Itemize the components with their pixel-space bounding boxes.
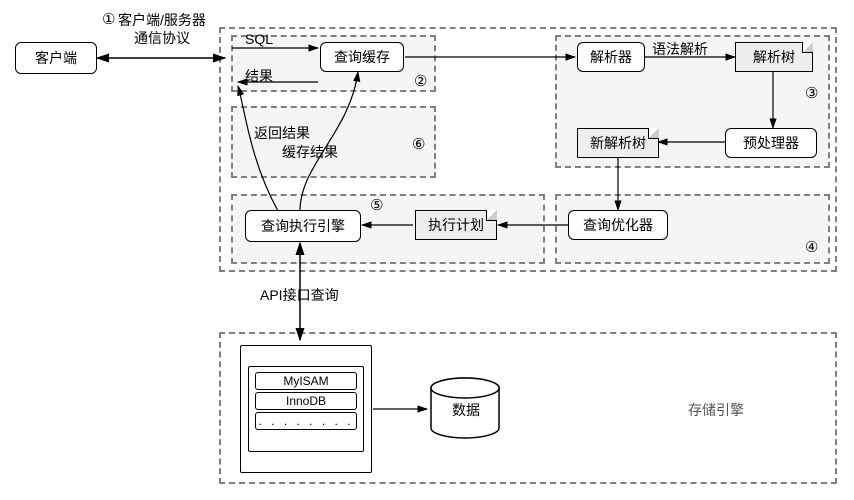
exec-plan-label: 执行计划	[428, 215, 484, 235]
client-node: 客户端	[15, 42, 97, 74]
cache-result-label: 缓存结果	[282, 142, 338, 162]
result-label: 结果	[245, 66, 273, 86]
engines-inner: MyISAM InnoDB . . . . . . . .	[248, 366, 364, 452]
engine-innodb: InnoDB	[255, 392, 357, 410]
preprocessor-label: 预处理器	[743, 133, 799, 153]
engine-dots: . . . . . . . .	[255, 412, 357, 430]
data-db-label: 数据	[452, 400, 480, 420]
client-label: 客户端	[35, 48, 77, 68]
mark-3: ③	[805, 84, 818, 102]
query-cache-node: 查询缓存	[320, 42, 404, 72]
mark-1: ①	[102, 10, 115, 28]
preprocessor-node: 预处理器	[725, 128, 817, 158]
optimizer-label: 查询优化器	[583, 215, 653, 235]
diagram-root: 客户端 客户端/服务器 通信协议 ① SQL 结果 查询缓存 ② 解析器 语法解…	[0, 0, 854, 500]
syntax-parse-label: 语法解析	[652, 39, 708, 59]
mark-6: ⑥	[412, 135, 425, 153]
exec-engine-label: 查询执行引擎	[261, 216, 345, 236]
sql-label: SQL	[245, 31, 273, 47]
exec-plan-node: 执行计划	[415, 210, 497, 240]
parser-label: 解析器	[590, 47, 632, 67]
protocol-label-2: 通信协议	[134, 28, 190, 48]
parse-tree-label: 解析树	[753, 47, 795, 67]
new-parse-tree-label: 新解析树	[590, 133, 646, 153]
parse-tree-node: 解析树	[735, 42, 813, 72]
protocol-label-1: 客户端/服务器	[118, 10, 206, 30]
return-result-label: 返回结果	[254, 123, 310, 143]
storage-engine-label: 存储引擎	[688, 400, 744, 420]
new-parse-tree-node: 新解析树	[577, 128, 659, 158]
query-cache-label: 查询缓存	[334, 47, 390, 67]
exec-engine-node: 查询执行引擎	[245, 210, 361, 242]
optimizer-node: 查询优化器	[568, 210, 668, 240]
mark-4: ④	[805, 238, 818, 256]
engine-myisam: MyISAM	[255, 372, 357, 390]
mark-5: ⑤	[370, 196, 383, 214]
mark-2: ②	[414, 72, 427, 90]
parser-node: 解析器	[577, 42, 645, 72]
api-label: API接口查询	[260, 285, 339, 305]
